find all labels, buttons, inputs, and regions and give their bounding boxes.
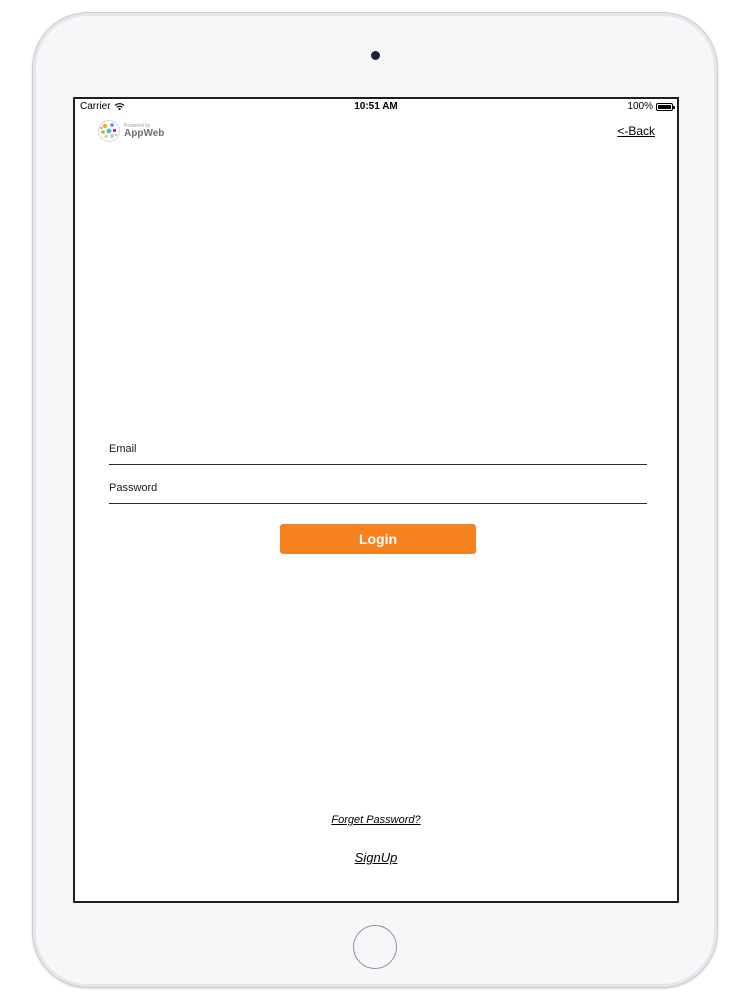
battery-icon [656, 102, 675, 111]
login-button[interactable]: Login [280, 524, 476, 554]
email-field-container [109, 438, 647, 465]
battery-indicator: 100% [627, 101, 675, 112]
password-field-container [109, 477, 647, 504]
battery-fill [658, 104, 671, 109]
logo-text: Powered by AppWeb [124, 123, 165, 139]
status-bar: Carrier 10:51 AM 100% [75, 99, 677, 115]
appweb-logo: Powered by AppWeb [97, 119, 164, 143]
back-link[interactable]: <-Back [617, 124, 655, 138]
password-input[interactable] [109, 477, 647, 503]
tablet-frame: Carrier 10:51 AM 100% Powered by AppWeb … [32, 12, 718, 988]
signup-link[interactable]: SignUp [75, 850, 677, 865]
front-camera [371, 51, 380, 60]
logo-name: AppWeb [124, 127, 165, 139]
email-input[interactable] [109, 438, 647, 464]
app-screen: Carrier 10:51 AM 100% Powered by AppWeb … [73, 97, 679, 903]
battery-percent: 100% [627, 101, 653, 112]
home-button[interactable] [353, 925, 397, 969]
globe-logo-icon [98, 120, 120, 142]
status-time: 10:51 AM [354, 101, 398, 112]
forgot-password-link[interactable]: Forget Password? [75, 814, 677, 826]
